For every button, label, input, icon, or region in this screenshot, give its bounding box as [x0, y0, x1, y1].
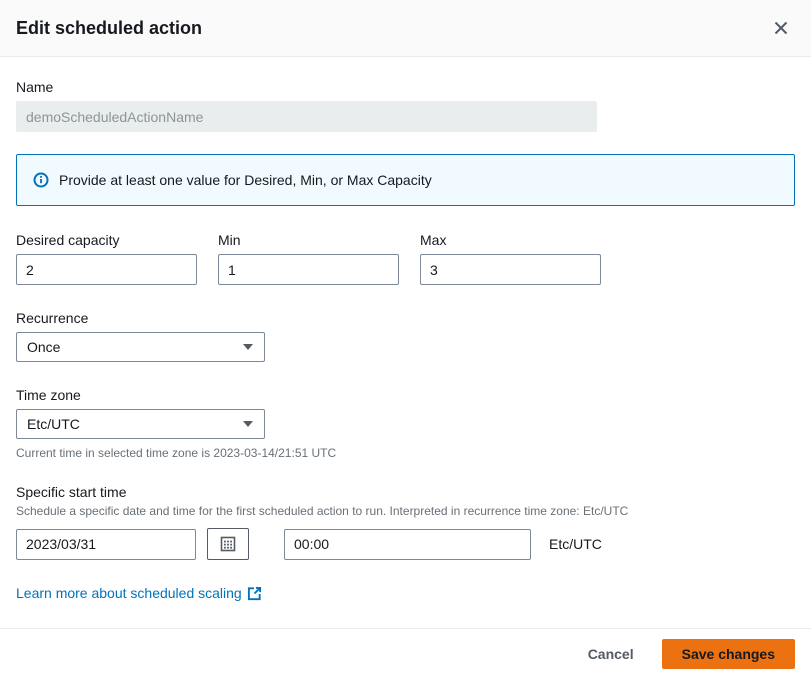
recurrence-selected-value: Once: [27, 339, 60, 355]
capacity-row: Desired capacity Min Max: [16, 232, 795, 285]
desired-capacity-group: Desired capacity: [16, 232, 197, 285]
start-time-input[interactable]: [284, 529, 531, 560]
chevron-down-icon: [242, 343, 254, 351]
start-date-input[interactable]: [16, 529, 196, 560]
max-label: Max: [420, 232, 601, 248]
max-input[interactable]: [420, 254, 601, 285]
current-time-helper: Current time in selected time zone is 20…: [16, 446, 795, 460]
modal-footer: Cancel Save changes: [0, 628, 811, 679]
learn-more-link-label: Learn more about scheduled scaling: [16, 585, 242, 601]
page-title: Edit scheduled action: [16, 18, 202, 39]
min-capacity-group: Min: [218, 232, 399, 285]
modal-header: Edit scheduled action: [0, 0, 811, 57]
chevron-down-icon: [242, 420, 254, 428]
timezone-group: Time zone Etc/UTC Current time in select…: [16, 387, 795, 460]
info-icon: [33, 172, 49, 188]
desired-capacity-label: Desired capacity: [16, 232, 197, 248]
calendar-icon: [220, 536, 236, 552]
max-capacity-group: Max: [420, 232, 601, 285]
min-input[interactable]: [218, 254, 399, 285]
cancel-button[interactable]: Cancel: [588, 646, 634, 662]
name-field-group: Name: [16, 79, 795, 132]
save-changes-button[interactable]: Save changes: [662, 639, 795, 669]
alert-text: Provide at least one value for Desired, …: [59, 172, 432, 188]
recurrence-group: Recurrence Once: [16, 310, 795, 362]
specific-start-time-section: Specific start time Schedule a specific …: [16, 484, 795, 560]
timezone-selected-value: Etc/UTC: [27, 416, 80, 432]
link-row: Learn more about scheduled scaling: [16, 585, 795, 601]
timezone-select[interactable]: Etc/UTC: [16, 409, 265, 439]
timezone-suffix-label: Etc/UTC: [549, 536, 602, 552]
name-input: [16, 101, 597, 132]
recurrence-label: Recurrence: [16, 310, 795, 326]
info-alert: Provide at least one value for Desired, …: [16, 154, 795, 206]
learn-more-link[interactable]: Learn more about scheduled scaling: [16, 585, 262, 601]
specific-start-time-description: Schedule a specific date and time for th…: [16, 504, 795, 518]
name-label: Name: [16, 79, 795, 95]
specific-start-time-label: Specific start time: [16, 484, 795, 500]
edit-scheduled-action-modal: Edit scheduled action Name: [0, 0, 811, 679]
close-icon: [773, 20, 789, 36]
close-button[interactable]: [769, 16, 793, 40]
min-label: Min: [218, 232, 399, 248]
desired-capacity-input[interactable]: [16, 254, 197, 285]
start-time-row: Etc/UTC: [16, 528, 795, 560]
timezone-label: Time zone: [16, 387, 795, 403]
calendar-picker-button[interactable]: [207, 528, 249, 560]
modal-body: Name Provide at least one value for Desi…: [0, 57, 811, 628]
external-link-icon: [247, 586, 262, 601]
recurrence-select[interactable]: Once: [16, 332, 265, 362]
